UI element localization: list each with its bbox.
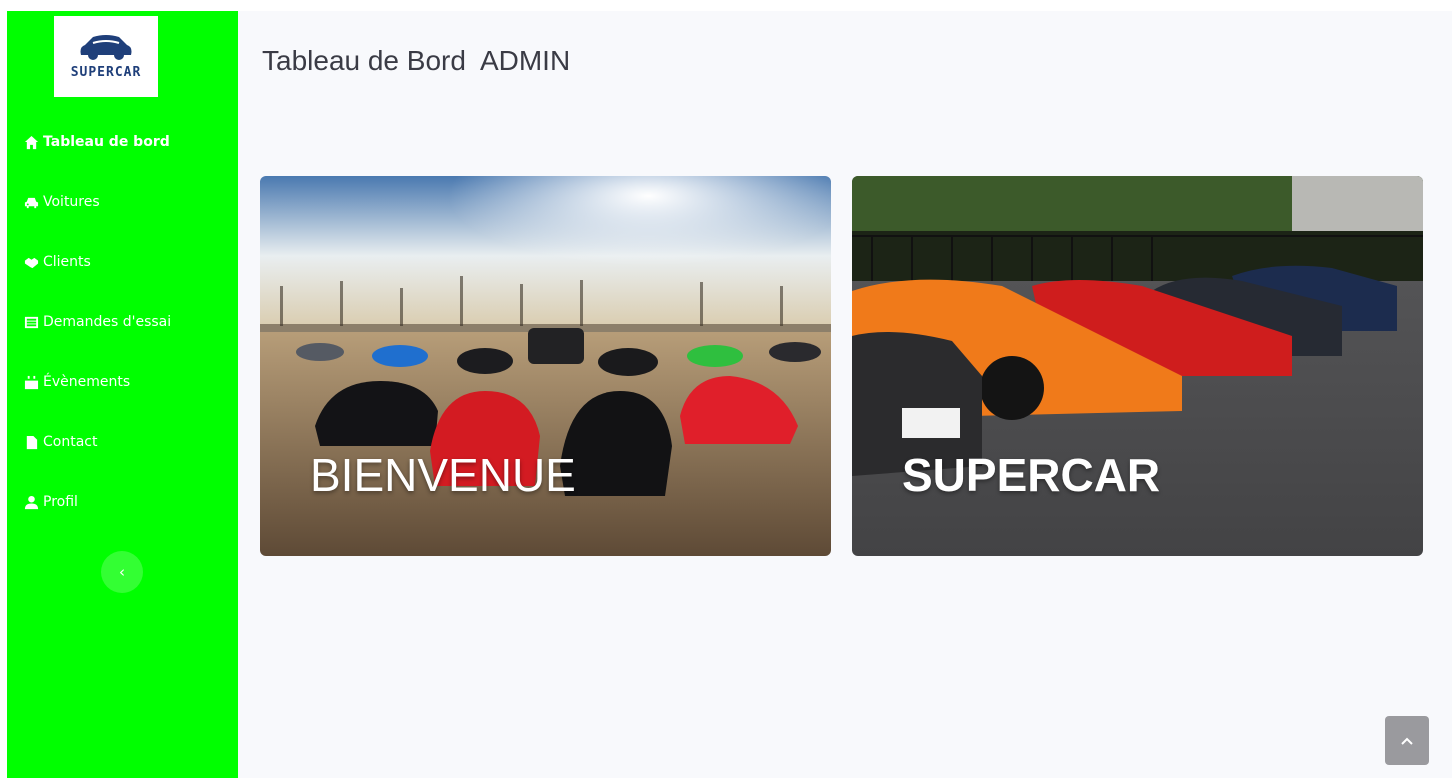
user-icon [23, 494, 39, 510]
sidebar-item-label: Profil [43, 494, 78, 510]
sidebar-item-dashboard[interactable]: Tableau de bord [23, 131, 170, 153]
scroll-to-top-button[interactable] [1385, 716, 1429, 765]
welcome-card: BIENVENUE [260, 176, 831, 556]
car-icon [23, 194, 39, 210]
sidebar-toggle-button[interactable]: ‹ [101, 551, 143, 593]
sidebar-item-label: Voitures [43, 194, 100, 210]
sidebar-item-label: Demandes d'essai [43, 314, 172, 330]
sidebar-item-contact[interactable]: Contact [23, 431, 97, 453]
sidebar-item-evenements[interactable]: Évènements [23, 371, 130, 393]
calendar-icon [23, 374, 39, 390]
car-logo-icon [80, 35, 132, 60]
handshake-icon [23, 254, 39, 270]
list-icon [23, 314, 39, 330]
sidebar-item-label: Tableau de bord [43, 134, 170, 150]
supercar-card: SUPERCAR [852, 176, 1423, 556]
chevron-up-icon [1401, 737, 1413, 745]
main-content: Tableau de Bord ADMIN BIENVENUE SUPERCAR [238, 11, 1452, 778]
logo-text: SUPERCAR [70, 65, 142, 80]
sidebar-item-label: Évènements [43, 374, 131, 390]
sidebar-item-voitures[interactable]: Voitures [23, 191, 100, 213]
sidebar: SUPERCAR Tableau de bord Voitures Client… [7, 11, 238, 778]
brand-logo[interactable]: SUPERCAR [54, 16, 158, 97]
page-title: Tableau de Bord ADMIN [262, 45, 571, 76]
card-title: BIENVENUE [310, 449, 576, 501]
sidebar-item-label: Contact [43, 434, 98, 450]
sidebar-item-profil[interactable]: Profil [23, 491, 78, 513]
sidebar-item-clients[interactable]: Clients [23, 251, 91, 273]
sidebar-item-demandes[interactable]: Demandes d'essai [23, 311, 171, 333]
home-icon [23, 134, 39, 150]
chevron-left-icon: ‹ [119, 563, 125, 581]
file-icon [23, 434, 39, 450]
sidebar-item-label: Clients [43, 254, 91, 270]
card-title: SUPERCAR [902, 449, 1161, 501]
